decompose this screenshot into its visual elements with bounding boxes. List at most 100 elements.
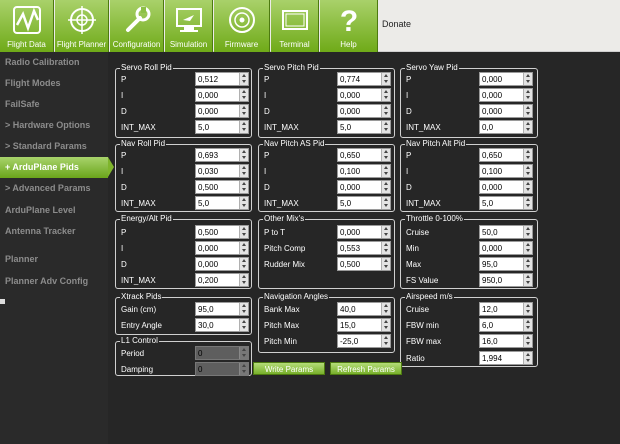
- spin-arrows-icon[interactable]: [381, 303, 390, 315]
- spin-arrows-icon[interactable]: [239, 363, 248, 375]
- throttle-max-input[interactable]: 95,0: [479, 257, 533, 271]
- servo-pitch-int-max-input[interactable]: 5,0: [337, 120, 391, 134]
- spin-arrows-icon[interactable]: [523, 105, 532, 117]
- refresh-params-button[interactable]: Refresh Params: [330, 362, 402, 375]
- spin-arrows-icon[interactable]: [381, 226, 390, 238]
- spin-arrows-icon[interactable]: [523, 242, 532, 254]
- sidebar-item-radio-calibration[interactable]: Radio Calibration: [0, 52, 108, 73]
- nav-pitch-alt-p-input[interactable]: 0,650: [479, 148, 533, 162]
- sidebar-item-standard-params[interactable]: > Standard Params: [0, 136, 108, 157]
- nav-roll-p-input[interactable]: 0,693: [195, 148, 249, 162]
- spin-arrows-icon[interactable]: [523, 352, 532, 364]
- nav-pitch-as-i-input[interactable]: 0,100: [337, 164, 391, 178]
- flight-planner-button[interactable]: Flight Planner: [55, 0, 109, 52]
- xtrack-entry-angle-input[interactable]: 30,0: [195, 318, 249, 332]
- spin-arrows-icon[interactable]: [239, 347, 248, 359]
- spin-arrows-icon[interactable]: [523, 303, 532, 315]
- spin-arrows-icon[interactable]: [523, 335, 532, 347]
- nav-roll-int-max-input[interactable]: 5,0: [195, 196, 249, 210]
- sidebar-item-antenna-tracker[interactable]: Antenna Tracker: [0, 221, 108, 242]
- airspeed-cruise-input[interactable]: 12,0: [479, 302, 533, 316]
- sidebar-item-arduplane-level[interactable]: ArduPlane Level: [0, 200, 108, 221]
- terminal-button[interactable]: Terminal: [271, 0, 319, 52]
- servo-yaw-p-input[interactable]: 0,000: [479, 72, 533, 86]
- sidebar-item-planner-adv-config[interactable]: Planner Adv Config: [0, 271, 108, 292]
- spin-arrows-icon[interactable]: [381, 149, 390, 161]
- spin-arrows-icon[interactable]: [239, 258, 248, 270]
- throttle-cruise-input[interactable]: 50,0: [479, 225, 533, 239]
- nav-roll-i-input[interactable]: 0,030: [195, 164, 249, 178]
- spin-arrows-icon[interactable]: [239, 242, 248, 254]
- servo-roll-p-input[interactable]: 0,512: [195, 72, 249, 86]
- throttle-min-input[interactable]: 0,000: [479, 241, 533, 255]
- spin-arrows-icon[interactable]: [523, 181, 532, 193]
- sidebar-item-failsafe[interactable]: FailSafe: [0, 94, 108, 115]
- pitch-min-input[interactable]: -25,0: [337, 334, 391, 348]
- servo-roll-i-input[interactable]: 0,000: [195, 88, 249, 102]
- spin-arrows-icon[interactable]: [523, 197, 532, 209]
- spin-arrows-icon[interactable]: [523, 73, 532, 85]
- servo-roll-int-max-input[interactable]: 5,0: [195, 120, 249, 134]
- servo-yaw-int-max-input[interactable]: 0,0: [479, 120, 533, 134]
- spin-arrows-icon[interactable]: [523, 149, 532, 161]
- spin-arrows-icon[interactable]: [381, 121, 390, 133]
- nav-pitch-alt-i-input[interactable]: 0,100: [479, 164, 533, 178]
- spin-arrows-icon[interactable]: [239, 181, 248, 193]
- spin-arrows-icon[interactable]: [239, 303, 248, 315]
- spin-arrows-icon[interactable]: [239, 274, 248, 286]
- spin-arrows-icon[interactable]: [523, 258, 532, 270]
- spin-arrows-icon[interactable]: [381, 105, 390, 117]
- servo-pitch-d-input[interactable]: 0,000: [337, 104, 391, 118]
- nav-pitch-as-p-input[interactable]: 0,650: [337, 148, 391, 162]
- firmware-button[interactable]: Firmware: [214, 0, 270, 52]
- l1-damping-input[interactable]: 0: [195, 362, 249, 376]
- spin-arrows-icon[interactable]: [239, 73, 248, 85]
- spin-arrows-icon[interactable]: [381, 73, 390, 85]
- energy-alt-i-input[interactable]: 0,000: [195, 241, 249, 255]
- p-to-t-input[interactable]: 0,000: [337, 225, 391, 239]
- spin-arrows-icon[interactable]: [523, 121, 532, 133]
- spin-arrows-icon[interactable]: [239, 105, 248, 117]
- spin-arrows-icon[interactable]: [523, 226, 532, 238]
- spin-arrows-icon[interactable]: [381, 197, 390, 209]
- spin-arrows-icon[interactable]: [381, 335, 390, 347]
- pitch-max-input[interactable]: 15,0: [337, 318, 391, 332]
- nav-pitch-as-int-max-input[interactable]: 5,0: [337, 196, 391, 210]
- spin-arrows-icon[interactable]: [239, 226, 248, 238]
- nav-pitch-alt-d-input[interactable]: 0,000: [479, 180, 533, 194]
- help-button[interactable]: ? Help: [320, 0, 378, 52]
- energy-alt-d-input[interactable]: 0,000: [195, 257, 249, 271]
- simulation-button[interactable]: Simulation: [165, 0, 213, 52]
- energy-alt-p-input[interactable]: 0,500: [195, 225, 249, 239]
- spin-arrows-icon[interactable]: [239, 149, 248, 161]
- ratio-input[interactable]: 1,994: [479, 351, 533, 365]
- servo-yaw-d-input[interactable]: 0,000: [479, 104, 533, 118]
- sidebar-item-planner[interactable]: Planner: [0, 249, 108, 270]
- spin-arrows-icon[interactable]: [381, 319, 390, 331]
- servo-roll-d-input[interactable]: 0,000: [195, 104, 249, 118]
- spin-arrows-icon[interactable]: [381, 89, 390, 101]
- spin-arrows-icon[interactable]: [381, 181, 390, 193]
- spin-arrows-icon[interactable]: [523, 319, 532, 331]
- pitch-comp-input[interactable]: 0,553: [337, 241, 391, 255]
- spin-arrows-icon[interactable]: [381, 242, 390, 254]
- donate-link[interactable]: Donate: [382, 19, 411, 29]
- fbw-min-input[interactable]: 6,0: [479, 318, 533, 332]
- sidebar-item-flight-modes[interactable]: Flight Modes: [0, 73, 108, 94]
- servo-pitch-p-input[interactable]: 0,774: [337, 72, 391, 86]
- spin-arrows-icon[interactable]: [381, 258, 390, 270]
- nav-pitch-as-d-input[interactable]: 0,000: [337, 180, 391, 194]
- spin-arrows-icon[interactable]: [239, 89, 248, 101]
- fbw-max-input[interactable]: 16,0: [479, 334, 533, 348]
- spin-arrows-icon[interactable]: [523, 89, 532, 101]
- write-params-button[interactable]: Write Params: [253, 362, 325, 375]
- sidebar-item-arduplane-pids[interactable]: + ArduPlane Pids: [0, 157, 114, 178]
- l1-period-input[interactable]: 0: [195, 346, 249, 360]
- throttle-fs-value-input[interactable]: 950,0: [479, 273, 533, 287]
- sidebar-item-advanced-params[interactable]: > Advanced Params: [0, 178, 108, 199]
- xtrack-gain-input[interactable]: 95,0: [195, 302, 249, 316]
- spin-arrows-icon[interactable]: [239, 165, 248, 177]
- spin-arrows-icon[interactable]: [523, 165, 532, 177]
- spin-arrows-icon[interactable]: [239, 121, 248, 133]
- sidebar-item-hardware-options[interactable]: > Hardware Options: [0, 115, 108, 136]
